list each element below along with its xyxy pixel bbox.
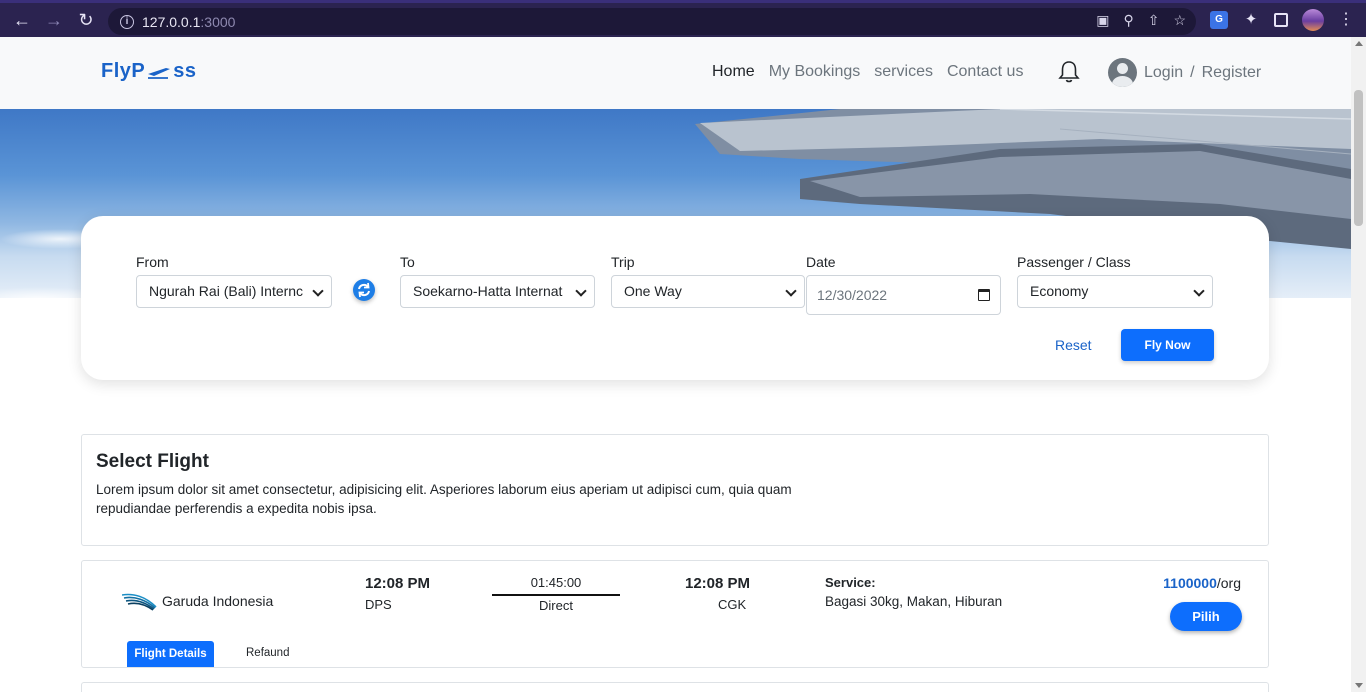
- address-bar[interactable]: i 127.0.0.1:3000 ▣ ⚲ ⇧ ☆: [108, 8, 1196, 35]
- select-flight-section: Select Flight Lorem ipsum dolor sit amet…: [81, 434, 1269, 546]
- calendar-icon[interactable]: [978, 289, 990, 301]
- passenger-class-field: Passenger / Class Economy: [1017, 254, 1213, 308]
- nav-contact-us[interactable]: Contact us: [947, 63, 1023, 81]
- register-link[interactable]: Register: [1202, 64, 1262, 82]
- passenger-class-select[interactable]: Economy: [1017, 275, 1213, 308]
- depart-code: DPS: [365, 597, 392, 612]
- logo-plane-icon: [146, 64, 172, 80]
- browser-menu-icon[interactable]: ⋮: [1338, 11, 1356, 29]
- from-label: From: [136, 254, 169, 270]
- from-field: From Ngurah Rai (Bali) Internc: [136, 254, 332, 308]
- logo[interactable]: FlyP ss: [101, 60, 197, 83]
- forward-icon[interactable]: →: [38, 4, 70, 36]
- scroll-up-icon[interactable]: [1355, 41, 1363, 46]
- extensions-puzzle-icon[interactable]: ✦: [1242, 11, 1260, 29]
- flight-card: Garuda Indonesia 12:08 PM DPS 01:45:00 D…: [81, 560, 1269, 668]
- nav-links: Home My Bookings services Contact us: [712, 63, 1023, 81]
- browser-chrome: ← → ↻ i 127.0.0.1:3000 ▣ ⚲ ⇧ ☆ G ✦ ⋮: [0, 0, 1366, 37]
- service-value: Bagasi 30kg, Makan, Hiburan: [825, 594, 1003, 609]
- fly-now-button[interactable]: Fly Now: [1121, 329, 1214, 361]
- logo-text-left: FlyP: [101, 60, 146, 82]
- duration-time: 01:45:00: [530, 575, 582, 590]
- user-avatar-icon: [1108, 58, 1137, 87]
- scroll-down-icon[interactable]: [1355, 683, 1363, 688]
- page-scrollbar[interactable]: [1351, 37, 1366, 692]
- scrollbar-thumb[interactable]: [1354, 90, 1363, 226]
- duration-stops: Direct: [539, 598, 573, 613]
- bookmark-star-icon[interactable]: ☆: [1173, 12, 1186, 29]
- depart-time: 12:08 PM: [365, 575, 431, 592]
- flight-search-card: From Ngurah Rai (Bali) Internc To Soekar…: [81, 216, 1269, 380]
- to-select[interactable]: Soekarno-Hatta Internat: [400, 275, 595, 308]
- date-label: Date: [806, 254, 836, 270]
- login-link[interactable]: Login: [1144, 64, 1183, 82]
- reset-link[interactable]: Reset: [1055, 337, 1092, 353]
- date-value: 12/30/2022: [817, 287, 888, 303]
- nav-home[interactable]: Home: [712, 63, 755, 81]
- login-separator: /: [1190, 63, 1195, 81]
- select-flight-description: Lorem ipsum dolor sit amet consectetur, …: [96, 482, 792, 516]
- trip-select[interactable]: One Way: [611, 275, 805, 308]
- tab-flight-details[interactable]: Flight Details: [127, 641, 214, 667]
- navbar: FlyP ss Home My Bookings services Contac…: [0, 37, 1351, 109]
- to-field: To Soekarno-Hatta Internat: [400, 254, 595, 308]
- select-flight-title: Select Flight: [96, 451, 209, 472]
- url-host: 127.0.0.1: [142, 13, 201, 30]
- from-select[interactable]: Ngurah Rai (Bali) Internc: [136, 275, 332, 308]
- airline: Garuda Indonesia: [122, 591, 273, 611]
- date-field: Date 12/30/2022: [806, 254, 1001, 315]
- profile-avatar-icon[interactable]: [1302, 9, 1324, 31]
- airline-name: Garuda Indonesia: [162, 593, 274, 609]
- back-icon[interactable]: ←: [6, 4, 38, 36]
- translate-page-icon[interactable]: ▣: [1096, 12, 1109, 29]
- side-panel-icon[interactable]: [1274, 13, 1288, 27]
- login-register: Login / Register: [1108, 58, 1261, 87]
- swap-route-icon[interactable]: [353, 279, 375, 301]
- choose-flight-button[interactable]: Pilih: [1170, 602, 1242, 631]
- garuda-logo-icon: [122, 593, 157, 611]
- google-translate-extension-icon[interactable]: G: [1210, 11, 1228, 29]
- date-input[interactable]: 12/30/2022: [806, 275, 1001, 315]
- flight-duration: 01:45:00 Direct: [492, 575, 620, 613]
- url-port: :3000: [200, 13, 236, 30]
- flight-card-next: [81, 682, 1269, 692]
- share-icon[interactable]: ⇧: [1148, 12, 1160, 29]
- tab-refund[interactable]: Refaund: [246, 647, 289, 659]
- site-info-icon[interactable]: i: [120, 14, 134, 29]
- price-unit: /org: [1216, 575, 1241, 591]
- flight-price: 1100000/org: [1163, 575, 1241, 591]
- trip-label: Trip: [611, 254, 635, 270]
- trip-field: Trip One Way: [611, 254, 805, 308]
- reload-icon[interactable]: ↻: [70, 4, 102, 36]
- notification-bell-icon[interactable]: [1058, 60, 1080, 84]
- zoom-icon[interactable]: ⚲: [1123, 12, 1133, 29]
- nav-my-bookings[interactable]: My Bookings: [769, 63, 861, 81]
- arrive-time: 12:08 PM: [685, 575, 751, 592]
- passenger-class-label: Passenger / Class: [1017, 254, 1131, 270]
- price-amount: 1100000: [1163, 575, 1217, 591]
- page: FlyP ss Home My Bookings services Contac…: [0, 37, 1351, 692]
- nav-services[interactable]: services: [874, 63, 933, 81]
- duration-line: [492, 594, 620, 596]
- arrive-code: CGK: [718, 597, 747, 612]
- service-label: Service:: [825, 575, 876, 590]
- logo-text-right: ss: [173, 60, 197, 82]
- to-label: To: [400, 254, 415, 270]
